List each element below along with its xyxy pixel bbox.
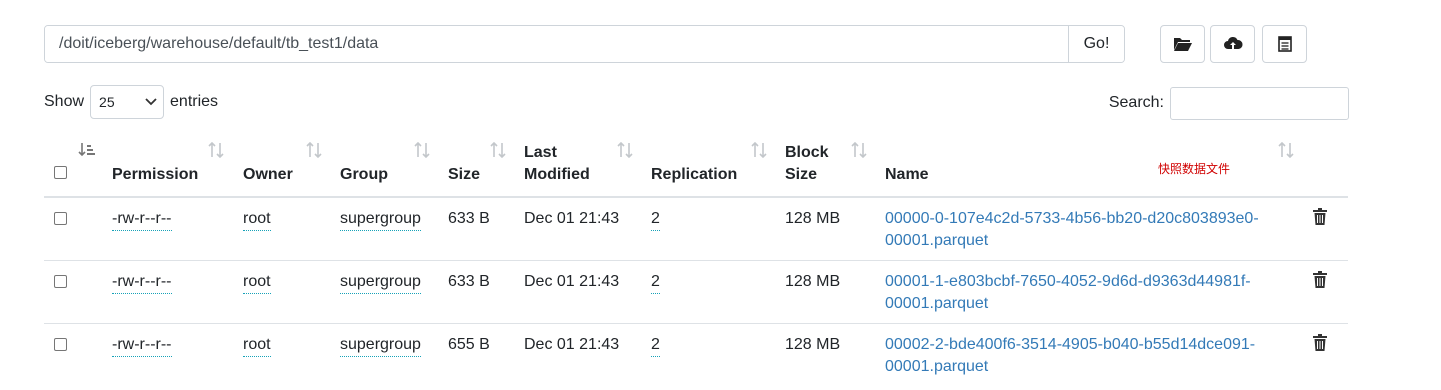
- sort-icon[interactable]: [750, 141, 768, 163]
- column-last-modified[interactable]: Last Modified: [524, 142, 590, 186]
- permission-cell[interactable]: -rw-r--r--: [112, 271, 172, 294]
- table-row: -rw-r--r-- root supergroup 633 B Dec 01 …: [44, 261, 1348, 324]
- file-name-link[interactable]: 00002-2-bde400f6-3514-4905-b040-b55d14dc…: [885, 334, 1297, 378]
- file-name-line2: 00001.parquet: [885, 358, 989, 375]
- owner-cell[interactable]: root: [243, 271, 271, 294]
- replication-cell[interactable]: 2: [651, 334, 660, 357]
- file-name-link[interactable]: 00001-1-e803bcbf-7650-4052-9d6d-d9363d44…: [885, 271, 1297, 315]
- upload-button[interactable]: [1210, 25, 1255, 63]
- column-size[interactable]: Size: [448, 164, 480, 186]
- column-replication[interactable]: Replication: [651, 164, 737, 186]
- file-name-line1: 00000-0-107e4c2d-5733-4b56-bb20-d20c8038…: [885, 210, 1259, 227]
- block-size-cell: 128 MB: [785, 336, 841, 353]
- clipboard-list-icon: [1277, 36, 1292, 52]
- sort-icon[interactable]: [207, 141, 225, 163]
- size-cell: 633 B: [448, 210, 490, 227]
- size-cell: 633 B: [448, 273, 490, 290]
- column-owner[interactable]: Owner: [243, 164, 293, 186]
- trash-icon[interactable]: [1312, 271, 1328, 289]
- block-size-cell: 128 MB: [785, 210, 841, 227]
- entries-select-value: 25: [99, 94, 115, 110]
- select-all-checkbox[interactable]: [54, 166, 67, 179]
- last-modified-cell: Dec 01 21:43: [524, 273, 620, 290]
- column-block-size-line1: Block: [785, 144, 829, 161]
- column-permission[interactable]: Permission: [112, 164, 198, 186]
- file-name-line1: 00002-2-bde400f6-3514-4905-b040-b55d14dc…: [885, 336, 1256, 353]
- search-label: Search:: [1108, 94, 1164, 111]
- file-name-line2: 00001.parquet: [885, 295, 989, 312]
- table-row: -rw-r--r-- root supergroup 655 B Dec 01 …: [44, 324, 1348, 386]
- show-label: Show: [44, 93, 85, 110]
- length-control: Show 25 entries: [44, 85, 218, 119]
- sort-asc-icon[interactable]: [78, 142, 96, 158]
- go-button[interactable]: Go!: [1068, 26, 1124, 62]
- column-last-modified-line2: Modified: [524, 166, 590, 183]
- search-input[interactable]: [1170, 86, 1349, 120]
- row-checkbox[interactable]: [54, 338, 67, 351]
- trash-icon[interactable]: [1312, 208, 1328, 226]
- column-block-size[interactable]: Block Size: [785, 142, 829, 186]
- cut-paste-button[interactable]: [1262, 25, 1307, 63]
- block-size-cell: 128 MB: [785, 273, 841, 290]
- column-name[interactable]: Name: [885, 164, 929, 186]
- sort-icon[interactable]: [413, 141, 431, 163]
- owner-cell[interactable]: root: [243, 208, 271, 231]
- table-row: -rw-r--r-- root supergroup 633 B Dec 01 …: [44, 198, 1348, 261]
- row-checkbox[interactable]: [54, 212, 67, 225]
- row-checkbox[interactable]: [54, 275, 67, 288]
- file-name-line1: 00001-1-e803bcbf-7650-4052-9d6d-d9363d44…: [885, 273, 1251, 290]
- create-directory-button[interactable]: [1160, 25, 1205, 63]
- owner-cell[interactable]: root: [243, 334, 271, 357]
- file-name-line2: 00001.parquet: [885, 232, 989, 249]
- path-input[interactable]: [45, 26, 1068, 62]
- size-cell: 655 B: [448, 336, 490, 353]
- file-table: Permission Owner Group Size Last Modifie…: [44, 130, 1348, 386]
- folder-open-icon: [1173, 38, 1192, 51]
- path-bar: Go!: [44, 25, 1125, 63]
- replication-cell[interactable]: 2: [651, 208, 660, 231]
- last-modified-cell: Dec 01 21:43: [524, 336, 620, 353]
- search-control: Search:: [1109, 86, 1349, 120]
- permission-cell[interactable]: -rw-r--r--: [112, 334, 172, 357]
- sort-icon[interactable]: [850, 141, 868, 163]
- last-modified-cell: Dec 01 21:43: [524, 210, 620, 227]
- entries-label: entries: [170, 93, 219, 110]
- cloud-upload-icon: [1223, 36, 1243, 49]
- permission-cell[interactable]: -rw-r--r--: [112, 208, 172, 231]
- chevron-down-icon: [145, 98, 157, 106]
- sort-icon[interactable]: [305, 141, 323, 163]
- column-group[interactable]: Group: [340, 164, 388, 186]
- group-cell[interactable]: supergroup: [340, 334, 421, 357]
- sort-icon[interactable]: [1277, 141, 1295, 163]
- entries-select[interactable]: 25: [90, 85, 165, 119]
- file-name-link[interactable]: 00000-0-107e4c2d-5733-4b56-bb20-d20c8038…: [885, 208, 1297, 252]
- column-last-modified-line1: Last: [524, 144, 557, 161]
- sort-icon[interactable]: [489, 141, 507, 163]
- group-cell[interactable]: supergroup: [340, 208, 421, 231]
- trash-icon[interactable]: [1312, 334, 1328, 352]
- sort-icon[interactable]: [616, 141, 634, 163]
- group-cell[interactable]: supergroup: [340, 271, 421, 294]
- table-header: Permission Owner Group Size Last Modifie…: [44, 130, 1348, 198]
- column-block-size-line2: Size: [785, 166, 818, 183]
- replication-cell[interactable]: 2: [651, 271, 660, 294]
